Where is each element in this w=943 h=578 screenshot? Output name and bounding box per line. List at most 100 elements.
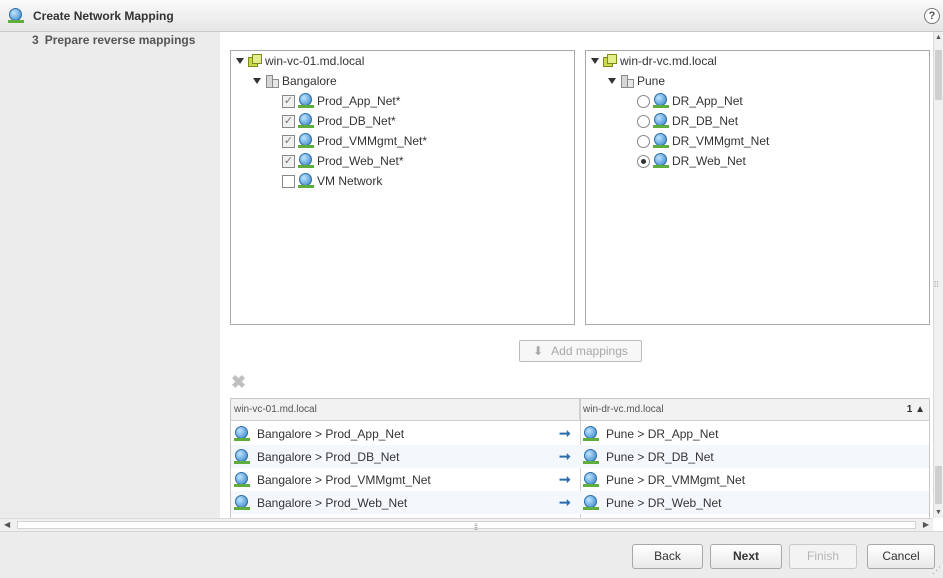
tree-node-network[interactable]: ✓ Prod_Web_Net*: [282, 151, 404, 171]
target-mapping-label: Pune > DR_VMMgmt_Net: [606, 472, 746, 487]
expand-arrow-icon[interactable]: [253, 78, 261, 84]
resize-grip-icon[interactable]: ⋰: [932, 565, 941, 576]
target-mapping-label: Pune > DR_DB_Net: [606, 449, 714, 464]
right-arrow-icon: ➞: [559, 425, 571, 441]
wizard-content: win-vc-01.md.local Bangalore ✓ Prod_App_…: [220, 32, 933, 518]
target-network-tree: win-dr-vc.md.local Pune DR_App_Net DR_DB…: [585, 50, 930, 325]
step-label: Prepare reverse mappings: [44, 33, 196, 47]
tree-node-network[interactable]: ✓ Prod_App_Net*: [282, 91, 400, 111]
down-arrow-icon: ⬇: [533, 344, 544, 358]
network-icon: [234, 471, 250, 488]
network-label: VM Network: [317, 174, 383, 188]
network-icon: [298, 173, 314, 189]
table-row[interactable]: Bangalore > Prod_App_Net ➞ Pune > DR_App…: [231, 422, 929, 445]
finish-button[interactable]: Finish: [789, 544, 857, 569]
wizard-footer: Back Next Finish Cancel ⋰: [0, 531, 943, 578]
horizontal-scrollbar[interactable]: ◀ ⁞⁞ ▶: [0, 518, 933, 532]
grid-cell-target: Pune > DR_VMMgmt_Net: [583, 468, 923, 491]
network-icon: [653, 133, 669, 149]
datacenter-label: Pune: [637, 74, 666, 88]
network-checkbox[interactable]: [282, 174, 295, 188]
network-icon: [583, 471, 599, 488]
tree-node-datacenter[interactable]: Pune: [608, 71, 665, 91]
source-network-tree: win-vc-01.md.local Bangalore ✓ Prod_App_…: [230, 50, 575, 325]
network-label: DR_VMMgmt_Net: [672, 134, 770, 148]
splitter-grip-icon[interactable]: ⁞⁞: [934, 280, 938, 289]
network-radio[interactable]: [637, 94, 650, 108]
expand-arrow-icon[interactable]: [236, 58, 244, 64]
tree-node-datacenter[interactable]: Bangalore: [253, 71, 337, 91]
grid-cell-target: Pune > DR_Web_Net: [583, 491, 923, 514]
grid-header-source[interactable]: win-vc-01.md.local: [231, 399, 580, 421]
mappings-grid: win-vc-01.md.local win-dr-vc.md.local 1 …: [230, 398, 930, 518]
scroll-thumb-lower[interactable]: [935, 466, 942, 504]
scroll-down-icon[interactable]: ▼: [935, 509, 942, 516]
grid-cell-source: Bangalore > Prod_DB_Net: [234, 445, 574, 468]
tree-node-network[interactable]: VM Network: [282, 171, 382, 191]
next-button[interactable]: Next: [710, 544, 782, 569]
network-label: Prod_App_Net*: [317, 94, 401, 108]
source-mapping-label: Bangalore > Prod_App_Net: [257, 426, 405, 441]
help-button[interactable]: ?: [924, 8, 940, 24]
right-arrow-icon: ➞: [559, 448, 571, 464]
grid-cell-source: Bangalore > Prod_App_Net: [234, 422, 574, 445]
network-globe-icon: [8, 7, 24, 24]
cancel-button[interactable]: Cancel: [867, 544, 935, 569]
network-icon: [298, 113, 314, 129]
tree-node-network[interactable]: DR_Web_Net: [637, 151, 746, 171]
grid-cell-source: Bangalore > Prod_Web_Net: [234, 491, 574, 514]
target-mapping-label: Pune > DR_Web_Net: [606, 495, 722, 510]
tree-node-network[interactable]: DR_App_Net: [637, 91, 743, 111]
wizard-step-current[interactable]: 3 Prepare reverse mappings: [32, 33, 195, 47]
source-mapping-label: Bangalore > Prod_Web_Net: [257, 495, 408, 510]
scroll-right-icon[interactable]: ▶: [923, 520, 929, 529]
tree-node-network[interactable]: DR_DB_Net: [637, 111, 738, 131]
back-button[interactable]: Back: [632, 544, 703, 569]
network-icon: [653, 93, 669, 109]
network-label: DR_Web_Net: [672, 154, 746, 168]
network-label: Prod_VMMgmt_Net*: [317, 134, 428, 148]
network-icon: [583, 494, 599, 511]
add-mappings-button[interactable]: ⬇ Add mappings: [519, 340, 642, 362]
tree-node-network[interactable]: DR_VMMgmt_Net: [637, 131, 769, 151]
expand-arrow-icon[interactable]: [591, 58, 599, 64]
grid-cell-target: Pune > DR_DB_Net: [583, 445, 923, 468]
network-checkbox[interactable]: ✓: [282, 94, 295, 108]
right-arrow-icon: ➞: [559, 471, 571, 487]
tree-node-network[interactable]: ✓ Prod_DB_Net*: [282, 111, 396, 131]
tree-node-vcenter[interactable]: win-dr-vc.md.local: [591, 51, 717, 71]
expand-arrow-icon[interactable]: [608, 78, 616, 84]
tree-node-vcenter[interactable]: win-vc-01.md.local: [236, 51, 364, 71]
tree-node-network[interactable]: ✓ Prod_VMMgmt_Net*: [282, 131, 427, 151]
network-radio[interactable]: [637, 114, 650, 128]
network-checkbox[interactable]: ✓: [282, 154, 295, 168]
network-icon: [583, 425, 599, 442]
window-title: Create Network Mapping: [33, 8, 174, 23]
scroll-thumb[interactable]: [935, 50, 942, 100]
network-checkbox[interactable]: ✓: [282, 114, 295, 128]
grid-cell-target: Pune > DR_App_Net: [583, 422, 923, 445]
table-row[interactable]: Bangalore > Prod_Web_Net ➞ Pune > DR_Web…: [231, 491, 929, 514]
scroll-left-icon[interactable]: ◀: [4, 520, 10, 529]
vcenter-label: win-vc-01.md.local: [265, 54, 365, 68]
network-icon: [298, 153, 314, 169]
network-icon: [234, 448, 250, 465]
grid-header-target[interactable]: win-dr-vc.md.local 1 ▲: [580, 399, 929, 421]
network-checkbox[interactable]: ✓: [282, 134, 295, 148]
sort-indicator[interactable]: 1 ▲: [907, 399, 925, 421]
network-icon: [234, 425, 250, 442]
table-row[interactable]: Bangalore > Prod_DB_Net ➞ Pune > DR_DB_N…: [231, 445, 929, 468]
network-icon: [298, 93, 314, 109]
scroll-up-icon[interactable]: ▲: [935, 34, 942, 41]
grid-header-target-label: win-dr-vc.md.local: [583, 404, 664, 415]
network-icon: [234, 494, 250, 511]
datacenter-icon: [265, 74, 279, 88]
vertical-scrollbar[interactable]: ▲ ▼: [933, 32, 943, 518]
network-radio[interactable]: [637, 134, 650, 148]
table-row[interactable]: Bangalore > Prod_VMMgmt_Net ➞ Pune > DR_…: [231, 468, 929, 491]
network-icon: [298, 133, 314, 149]
add-mappings-label: Add mappings: [551, 344, 628, 358]
remove-x-icon[interactable]: ✖: [231, 373, 246, 391]
scroll-track[interactable]: ⁞⁞: [17, 521, 916, 532]
network-radio[interactable]: [637, 154, 650, 168]
